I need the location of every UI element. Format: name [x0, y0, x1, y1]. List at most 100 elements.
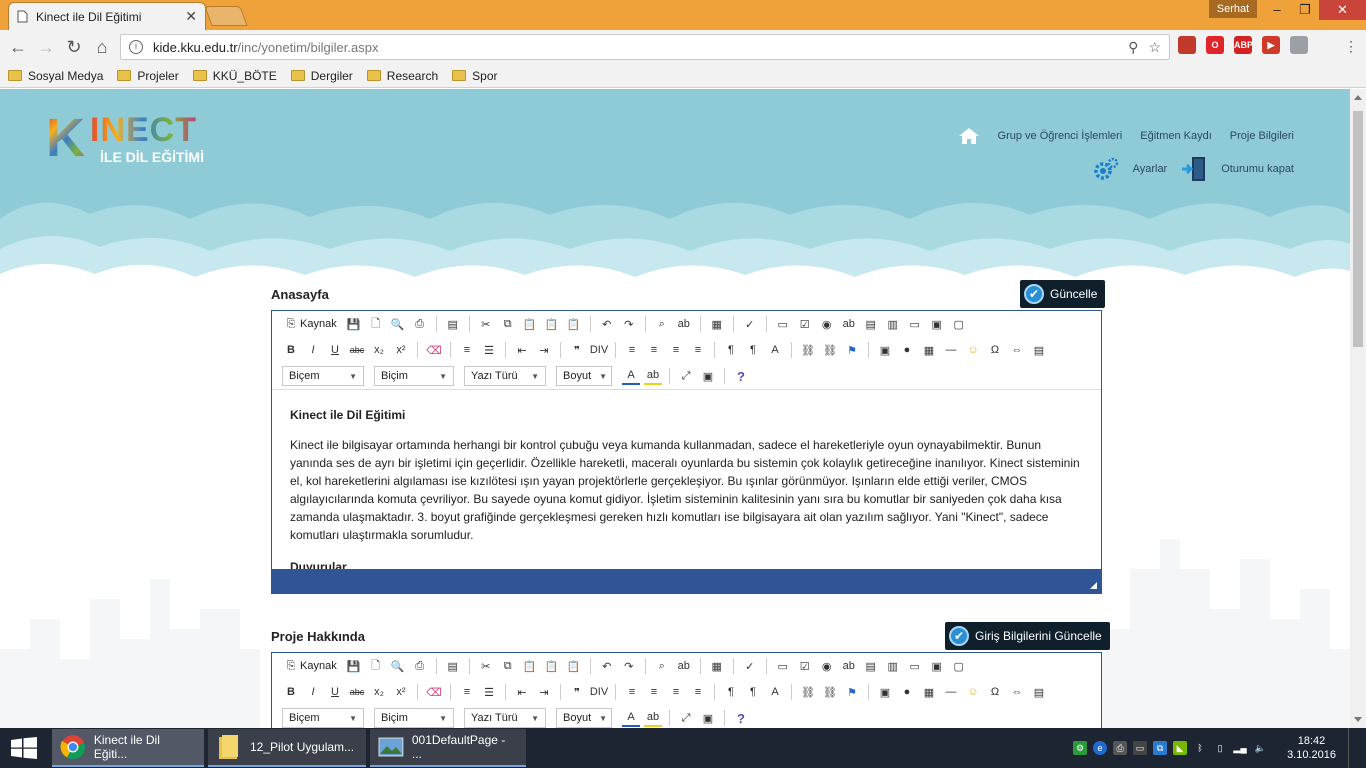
tray-nvidia-icon[interactable]: ◣: [1173, 741, 1188, 755]
editor-combo-3[interactable]: Boyut ▼: [556, 366, 612, 386]
hiddenfield-icon[interactable]: ▢: [950, 657, 968, 675]
nav-link-instructor-registration[interactable]: Eğitmen Kaydı: [1140, 130, 1212, 142]
tray-display-icon[interactable]: ▭: [1133, 741, 1148, 755]
align-center-icon[interactable]: ≡: [645, 341, 663, 359]
paste-icon[interactable]: 📋: [521, 657, 539, 675]
page-scrollbar[interactable]: [1350, 89, 1366, 728]
taskbar-item-image-viewer[interactable]: 001DefaultPage - ...: [370, 729, 526, 767]
back-arrow-icon[interactable]: ←: [4, 37, 32, 58]
bookmark-star-icon[interactable]: ☆: [1148, 39, 1161, 56]
editor-combo-1[interactable]: Biçim ▼: [374, 366, 454, 386]
iframe-icon[interactable]: ▤: [1030, 683, 1048, 701]
align-right-icon[interactable]: ≡: [667, 341, 685, 359]
cut-icon[interactable]: ✂: [477, 657, 495, 675]
anchor-icon[interactable]: ⚑: [843, 341, 861, 359]
redo-icon[interactable]: ↷: [620, 657, 638, 675]
bold-icon[interactable]: B: [282, 341, 300, 359]
profile-name-badge[interactable]: Serhat: [1209, 0, 1257, 18]
horizontal-line-icon[interactable]: —: [942, 341, 960, 359]
imagebutton-icon[interactable]: ▣: [928, 657, 946, 675]
link-icon[interactable]: ⛓: [799, 341, 817, 359]
help-icon[interactable]: ?: [732, 709, 750, 727]
undo-icon[interactable]: ↶: [598, 315, 616, 333]
horizontal-line-icon[interactable]: —: [942, 683, 960, 701]
superscript-icon[interactable]: x²: [392, 683, 410, 701]
save-icon[interactable]: 💾: [345, 657, 363, 675]
source-button[interactable]: ⎘ Kaynak: [282, 657, 337, 675]
redo-icon[interactable]: ↷: [620, 315, 638, 333]
home-icon[interactable]: [958, 127, 980, 145]
bookmark-folder[interactable]: Research: [366, 69, 438, 83]
select-icon[interactable]: ▥: [884, 657, 902, 675]
ltr-icon[interactable]: ¶: [722, 683, 740, 701]
blockquote-icon[interactable]: ❞: [568, 683, 586, 701]
rtl-icon[interactable]: ¶: [744, 341, 762, 359]
bookmark-folder[interactable]: KKÜ_BÖTE: [192, 69, 277, 83]
blockquote-icon[interactable]: ❞: [568, 341, 586, 359]
logout-door-icon[interactable]: [1181, 155, 1207, 183]
select-all-icon[interactable]: ▦: [708, 315, 726, 333]
copy-icon[interactable]: ⧉: [499, 657, 517, 675]
tray-battery-icon[interactable]: ▯: [1213, 741, 1228, 755]
button-icon[interactable]: ▭: [906, 657, 924, 675]
image-icon[interactable]: ▣: [876, 341, 894, 359]
paste-word-icon[interactable]: 📋: [565, 657, 583, 675]
italic-icon[interactable]: I: [304, 341, 322, 359]
language-icon[interactable]: A: [766, 683, 784, 701]
select-all-icon[interactable]: ▦: [708, 657, 726, 675]
copy-icon[interactable]: ⧉: [499, 315, 517, 333]
tab-close-icon[interactable]: ✕: [185, 8, 197, 25]
settings-gears-icon[interactable]: [1093, 156, 1119, 182]
table-icon[interactable]: ▦: [920, 341, 938, 359]
strikethrough-icon[interactable]: abc: [348, 341, 366, 359]
remove-format-icon[interactable]: ⌫: [425, 683, 443, 701]
table-icon[interactable]: ▦: [920, 683, 938, 701]
tray-wifi-icon[interactable]: ▂▄: [1233, 741, 1248, 755]
indent-icon[interactable]: ⇥: [535, 341, 553, 359]
templates-icon[interactable]: ▤: [444, 657, 462, 675]
home-icon[interactable]: ⌂: [88, 37, 116, 58]
show-blocks-icon[interactable]: ▣: [699, 367, 717, 385]
taskbar-item-chrome[interactable]: Kinect ile Dil Eğiti...: [52, 729, 204, 767]
editor-content-area[interactable]: Kinect ile Dil Eğitimi Kinect ile bilgis…: [272, 389, 1101, 569]
unlink-icon[interactable]: ⛓: [821, 341, 839, 359]
reload-icon[interactable]: ↻: [60, 37, 88, 58]
paste-text-icon[interactable]: 📋: [543, 315, 561, 333]
maximize-icon[interactable]: ⤢: [677, 367, 695, 385]
align-right-icon[interactable]: ≡: [667, 683, 685, 701]
replace-icon[interactable]: ab: [675, 315, 693, 333]
anchor-icon[interactable]: ⚑: [843, 683, 861, 701]
scroll-down-arrow-icon[interactable]: [1354, 717, 1362, 722]
editor-combo-3[interactable]: Boyut ▼: [556, 708, 612, 728]
paste-icon[interactable]: 📋: [521, 315, 539, 333]
flash-icon[interactable]: ●: [898, 683, 916, 701]
editor-combo-2[interactable]: Yazı Türü ▼: [464, 708, 546, 728]
bg-color-icon[interactable]: ab: [644, 709, 662, 727]
underline-icon[interactable]: U: [326, 341, 344, 359]
flash-icon[interactable]: ●: [898, 341, 916, 359]
nav-link-logout[interactable]: Oturumu kapat: [1221, 163, 1294, 175]
language-icon[interactable]: A: [766, 341, 784, 359]
resize-grip-icon[interactable]: [1090, 582, 1097, 589]
special-char-icon[interactable]: Ω: [986, 341, 1004, 359]
print-icon[interactable]: ⎙: [411, 657, 429, 675]
rtl-icon[interactable]: ¶: [744, 683, 762, 701]
save-icon[interactable]: 💾: [345, 315, 363, 333]
window-close-icon[interactable]: ✕: [1319, 0, 1366, 20]
textarea-icon[interactable]: ▤: [862, 315, 880, 333]
subscript-icon[interactable]: x₂: [370, 341, 388, 359]
bookmark-folder[interactable]: Sosyal Medya: [8, 69, 103, 83]
special-char-icon[interactable]: Ω: [986, 683, 1004, 701]
editor-combo-2[interactable]: Yazı Türü ▼: [464, 366, 546, 386]
justify-icon[interactable]: ≡: [689, 683, 707, 701]
video-icon[interactable]: ▶: [1262, 36, 1280, 54]
source-button[interactable]: ⎘ Kaynak: [282, 315, 337, 333]
textarea-icon[interactable]: ▤: [862, 657, 880, 675]
browser-tab-active[interactable]: Kinect ile Dil Eğitimi ✕: [8, 2, 206, 30]
select-icon[interactable]: ▥: [884, 315, 902, 333]
tray-printer-icon[interactable]: ⎙: [1113, 741, 1128, 755]
bookmark-folder[interactable]: Dergiler: [290, 69, 353, 83]
chrome-menu-icon[interactable]: ⋮: [1344, 38, 1358, 55]
bulleted-list-icon[interactable]: ☰: [480, 341, 498, 359]
textfield-icon[interactable]: ab: [840, 315, 858, 333]
